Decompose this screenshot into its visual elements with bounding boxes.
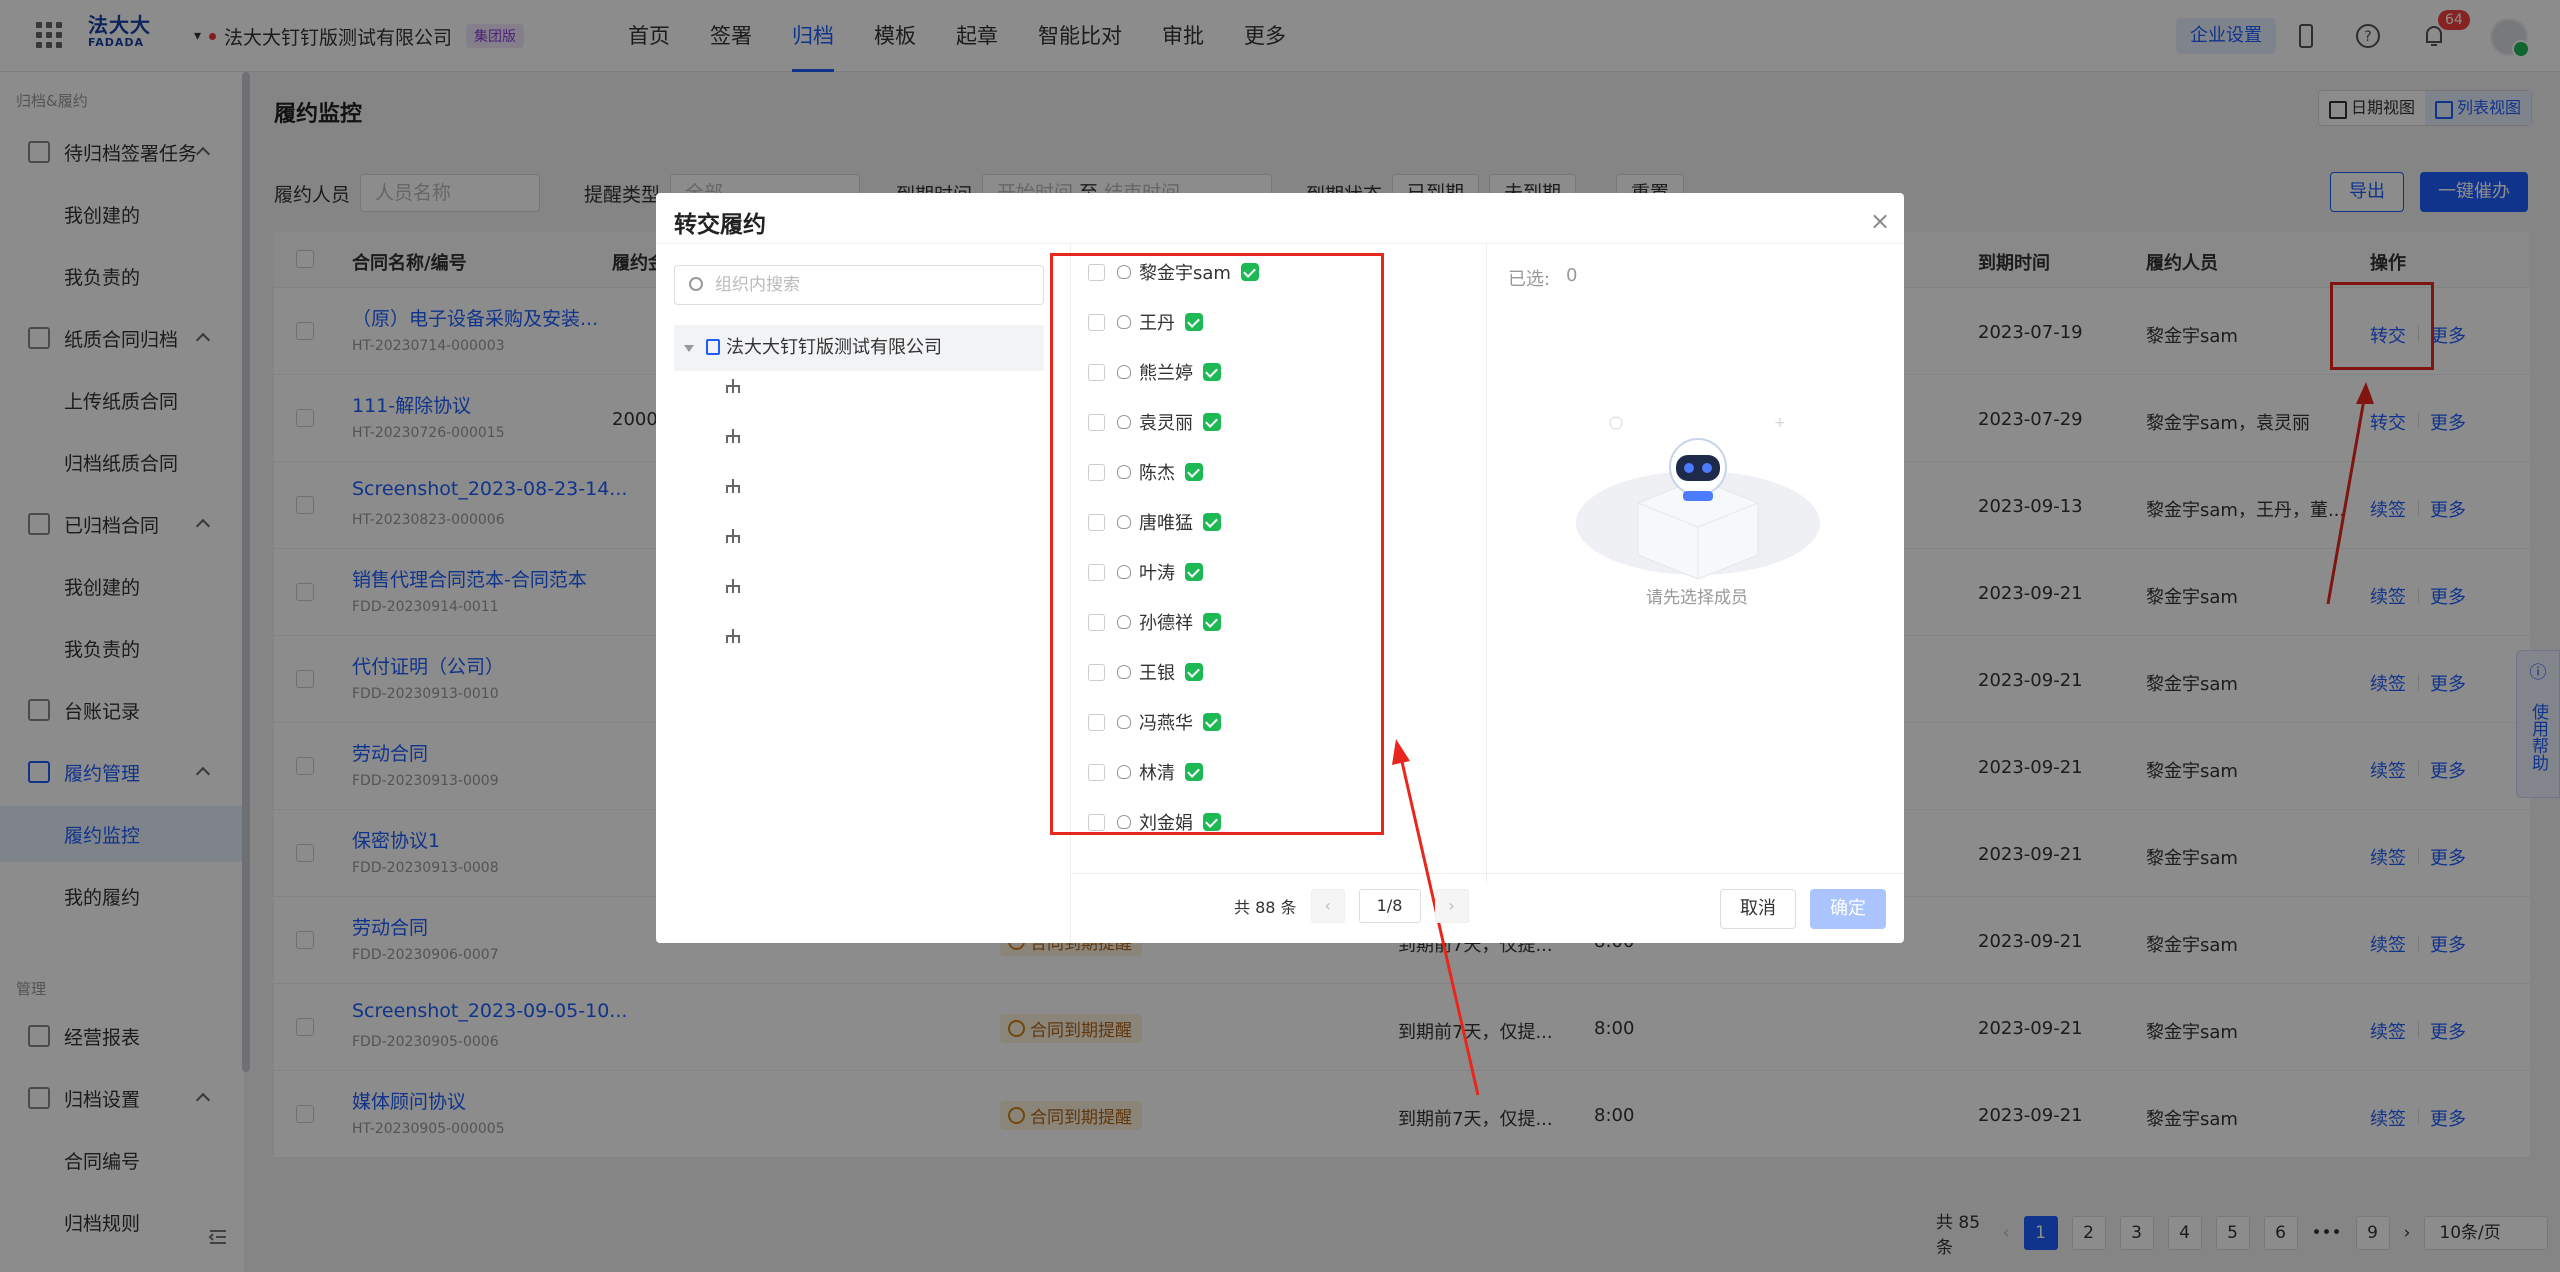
close-icon[interactable]: × bbox=[1870, 207, 1890, 235]
search-icon bbox=[689, 277, 703, 291]
selected-label: 已选: bbox=[1508, 269, 1551, 290]
empty-robot-illustration: + bbox=[1576, 415, 1820, 580]
member-prev-page[interactable]: ‹ bbox=[1310, 889, 1345, 923]
org-search-input[interactable]: 组织内搜索 bbox=[674, 265, 1044, 305]
empty-text: 请先选择成员 bbox=[1646, 588, 1748, 608]
divider bbox=[1486, 243, 1487, 883]
member-total: 共 88 条 bbox=[1234, 898, 1297, 917]
org-root-label: 法大大钉钉版测试有限公司 bbox=[726, 337, 942, 358]
svg-text:+: + bbox=[1774, 415, 1786, 431]
org-node-icon[interactable] bbox=[726, 529, 740, 543]
org-node-icon[interactable] bbox=[726, 629, 740, 643]
confirm-button[interactable]: 确定 bbox=[1810, 889, 1886, 929]
member-next-page[interactable]: › bbox=[1434, 889, 1469, 923]
divider bbox=[656, 243, 1904, 244]
org-node-icon[interactable] bbox=[726, 379, 740, 393]
org-node-icon[interactable] bbox=[726, 429, 740, 443]
search-placeholder: 组织内搜索 bbox=[715, 275, 800, 295]
highlight-annotation-box bbox=[1050, 253, 1384, 835]
building-icon bbox=[706, 339, 720, 355]
modal-title: 转交履约 bbox=[674, 212, 766, 238]
org-node-icon[interactable] bbox=[726, 479, 740, 493]
org-node-icon[interactable] bbox=[726, 579, 740, 593]
member-pagination: 共 88 条 ‹ 1/8 › bbox=[1234, 889, 1469, 923]
divider bbox=[1070, 873, 1904, 874]
transfer-modal: 转交履约 × 组织内搜索 法大大钉钉版测试有限公司 黎金宇sam 王丹 熊兰婷 袁灵丽… bbox=[656, 193, 1904, 1096]
selected-count: 0 bbox=[1566, 265, 1578, 286]
cancel-button[interactable]: 取消 bbox=[1720, 889, 1796, 929]
member-page-input[interactable]: 1/8 bbox=[1358, 889, 1421, 923]
org-tree-root[interactable]: 法大大钉钉版测试有限公司 bbox=[674, 325, 1044, 371]
